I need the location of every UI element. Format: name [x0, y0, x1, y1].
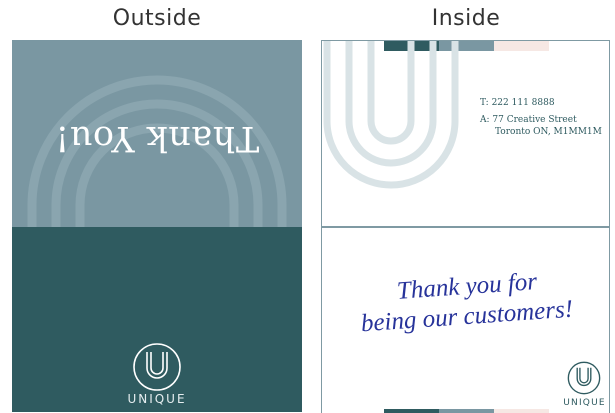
outside-heading: Outside — [112, 6, 202, 31]
address-line2: Toronto ON, M1MM1M — [495, 127, 602, 137]
inside-heading: Inside — [431, 6, 501, 31]
unique-logo-small-icon — [567, 361, 601, 395]
brand-name-small: UNIQUE — [563, 398, 606, 408]
color-bar-slate — [439, 41, 494, 51]
outside-front-panel: Thank You! — [12, 40, 302, 227]
phone-text: T: 222 111 8888 — [480, 98, 555, 108]
color-bar-blush — [494, 41, 549, 51]
inside-top-panel: T: 222 111 8888 A: 77 Creative Street To… — [321, 40, 610, 227]
thank-you-text: Thank You! — [54, 118, 260, 158]
inside-card: T: 222 111 8888 A: 77 Creative Street To… — [321, 40, 611, 413]
unique-logo-icon — [133, 343, 181, 391]
brand-name: UNIQUE — [127, 392, 187, 406]
address-line1: A: 77 Creative Street — [480, 115, 577, 125]
outside-card: Thank You! UNIQUE — [12, 40, 302, 412]
inside-bottom-panel: Thank you for being our customers! UNIQU… — [321, 227, 610, 413]
